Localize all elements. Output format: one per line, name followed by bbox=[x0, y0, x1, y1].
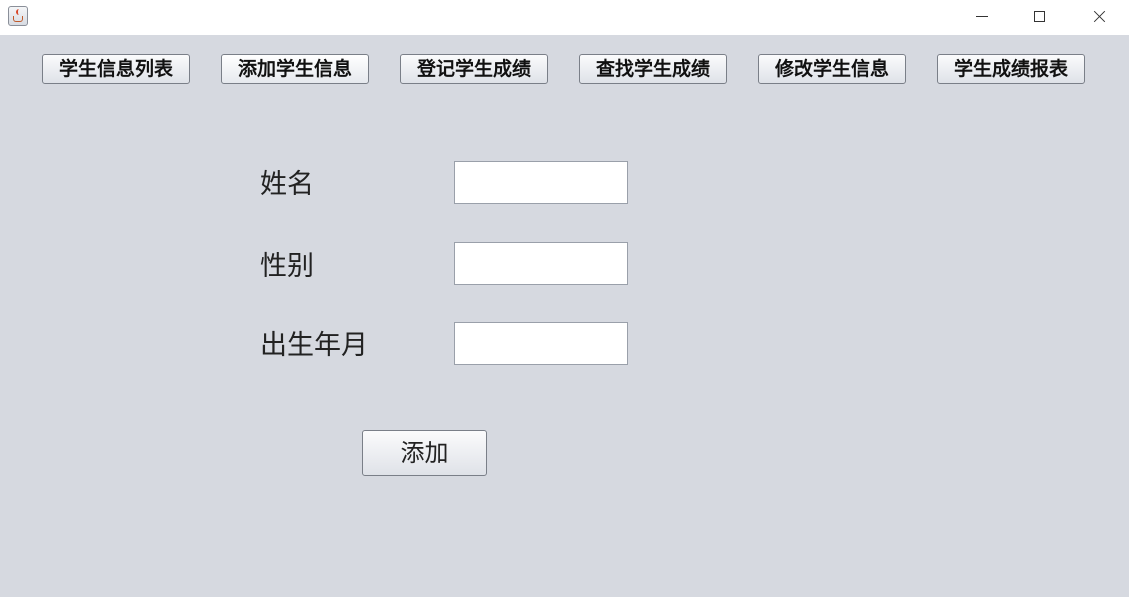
add-button[interactable]: 添加 bbox=[362, 430, 487, 476]
close-icon[interactable] bbox=[1076, 0, 1122, 35]
edit-student-button[interactable]: 修改学生信息 bbox=[758, 54, 906, 84]
steam-icon bbox=[16, 9, 22, 15]
add-student-button[interactable]: 添加学生信息 bbox=[221, 54, 369, 84]
gender-field[interactable] bbox=[454, 242, 628, 285]
birth-date-label: 出生年月 bbox=[260, 330, 368, 361]
maximize-icon[interactable] bbox=[1017, 0, 1063, 35]
name-label: 姓名 bbox=[260, 169, 314, 200]
app-window: 学生信息列表 添加学生信息 登记学生成绩 查找学生成绩 修改学生信息 学生成绩报… bbox=[0, 0, 1129, 597]
record-score-button[interactable]: 登记学生成绩 bbox=[400, 54, 548, 84]
minimize-icon[interactable] bbox=[960, 0, 1006, 35]
title-bar bbox=[0, 0, 1129, 35]
java-app-icon[interactable] bbox=[8, 6, 28, 26]
student-list-button[interactable]: 学生信息列表 bbox=[42, 54, 190, 84]
score-report-button[interactable]: 学生成绩报表 bbox=[937, 54, 1085, 84]
birth-date-field[interactable] bbox=[454, 322, 628, 365]
gender-label: 性别 bbox=[260, 251, 314, 282]
name-field[interactable] bbox=[454, 161, 628, 204]
coffee-cup-icon bbox=[13, 16, 23, 22]
find-score-button[interactable]: 查找学生成绩 bbox=[579, 54, 727, 84]
